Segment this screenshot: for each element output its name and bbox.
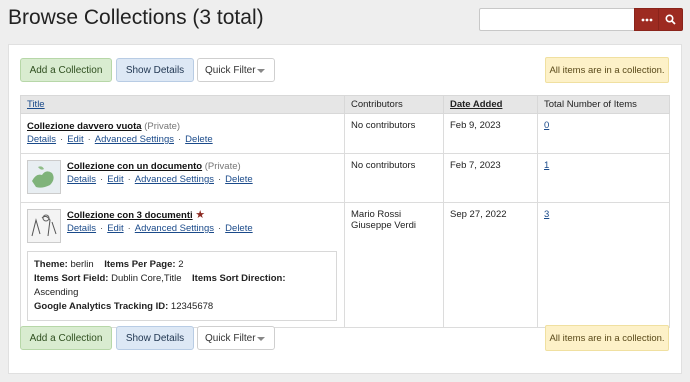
advanced-settings-link[interactable]: Advanced Settings — [135, 174, 214, 185]
add-collection-button[interactable]: Add a Collection — [20, 326, 112, 350]
featured-star-icon: ★ — [195, 209, 206, 221]
contributor-name: Mario Rossi — [351, 209, 402, 220]
contributor-name: Giuseppe Verdi — [351, 220, 416, 231]
column-date-added[interactable]: Date Added — [443, 95, 538, 114]
sketch-thumbnail-image — [28, 210, 60, 242]
quick-filter-dropdown[interactable]: Quick Filter — [197, 326, 275, 350]
item-count-link[interactable]: 1 — [544, 160, 549, 171]
table-row: Collezione con un documento (Private) De… — [20, 153, 670, 203]
date-cell: Feb 7, 2023 — [443, 153, 538, 203]
search-input[interactable] — [479, 8, 635, 31]
column-title[interactable]: Title — [20, 95, 345, 114]
ga-label: Google Analytics Tracking ID: — [34, 301, 169, 312]
delete-link[interactable]: Delete — [185, 134, 212, 145]
advanced-settings-link[interactable]: Advanced Settings — [135, 223, 214, 234]
collections-table: Title Contributors Date Added Total Numb… — [20, 95, 670, 328]
notice-badge: All items are in a collection. — [545, 57, 669, 83]
chevron-down-icon — [257, 337, 265, 341]
column-contributors: Contributors — [344, 95, 444, 114]
table-row: Collezione con 3 documenti ★ Details · Edi… — [20, 202, 670, 328]
sort-direction-value: Ascending — [34, 287, 79, 298]
search-button[interactable] — [658, 8, 683, 31]
details-link[interactable]: Details — [27, 134, 56, 145]
date-cell: Sep 27, 2022 — [443, 202, 538, 328]
quick-filter-label: Quick Filter — [205, 332, 256, 344]
quick-filter-label: Quick Filter — [205, 64, 256, 76]
show-details-button[interactable]: Show Details — [116, 58, 194, 82]
private-label: (Private) — [204, 161, 241, 172]
edit-link[interactable]: Edit — [107, 174, 123, 185]
collection-title-link[interactable]: Collezione davvero vuota — [27, 121, 142, 132]
table-row: Collezione davvero vuota (Private) Detai… — [20, 113, 670, 154]
delete-link[interactable]: Delete — [225, 174, 252, 185]
contributors-cell: Mario Rossi Giuseppe Verdi — [344, 202, 444, 328]
show-details-button[interactable]: Show Details — [116, 326, 194, 350]
map-thumbnail-image — [28, 161, 60, 193]
advanced-search-button[interactable] — [634, 8, 659, 31]
edit-link[interactable]: Edit — [107, 223, 123, 234]
collection-thumbnail[interactable] — [27, 160, 61, 194]
contributors-cell: No contributors — [344, 113, 444, 154]
item-count-link[interactable]: 0 — [544, 120, 549, 131]
collection-thumbnail[interactable] — [27, 209, 61, 243]
ellipsis-icon — [641, 18, 652, 21]
column-total-items: Total Number of Items — [537, 95, 670, 114]
page-title: Browse Collections (3 total) — [8, 6, 264, 29]
collection-title-link[interactable]: Collezione con 3 documenti — [67, 210, 193, 221]
sort-date-link[interactable]: Date Added — [450, 99, 502, 110]
theme-value: berlin — [70, 259, 94, 270]
per-page-label: Items Per Page: — [104, 259, 176, 270]
per-page-value: 2 — [178, 259, 184, 270]
sort-direction-label: Items Sort Direction: — [192, 273, 286, 284]
item-count-link[interactable]: 3 — [544, 209, 549, 220]
details-link[interactable]: Details — [67, 174, 96, 185]
quick-filter-dropdown[interactable]: Quick Filter — [197, 58, 275, 82]
sort-field-value: Dublin Core,Title — [111, 273, 182, 284]
chevron-down-icon — [257, 69, 265, 73]
sort-field-label: Items Sort Field: — [34, 273, 109, 284]
details-link[interactable]: Details — [67, 223, 96, 234]
collection-details-box: Theme: berlin Items Per Page: 2 Items So… — [27, 251, 337, 321]
advanced-settings-link[interactable]: Advanced Settings — [95, 134, 174, 145]
contributors-cell: No contributors — [344, 153, 444, 203]
delete-link[interactable]: Delete — [225, 223, 252, 234]
private-label: (Private) — [144, 121, 181, 132]
collection-title-link[interactable]: Collezione con un documento — [67, 161, 202, 172]
notice-badge: All items are in a collection. — [545, 325, 669, 351]
add-collection-button[interactable]: Add a Collection — [20, 58, 112, 82]
ga-value: 12345678 — [170, 301, 214, 312]
search-icon — [665, 14, 676, 25]
date-cell: Feb 9, 2023 — [443, 113, 538, 154]
collections-panel: Add a Collection Show Details Quick Filt… — [8, 44, 682, 374]
theme-label: Theme: — [34, 259, 68, 270]
edit-link[interactable]: Edit — [67, 134, 83, 145]
sort-title-link[interactable]: Title — [27, 99, 45, 110]
